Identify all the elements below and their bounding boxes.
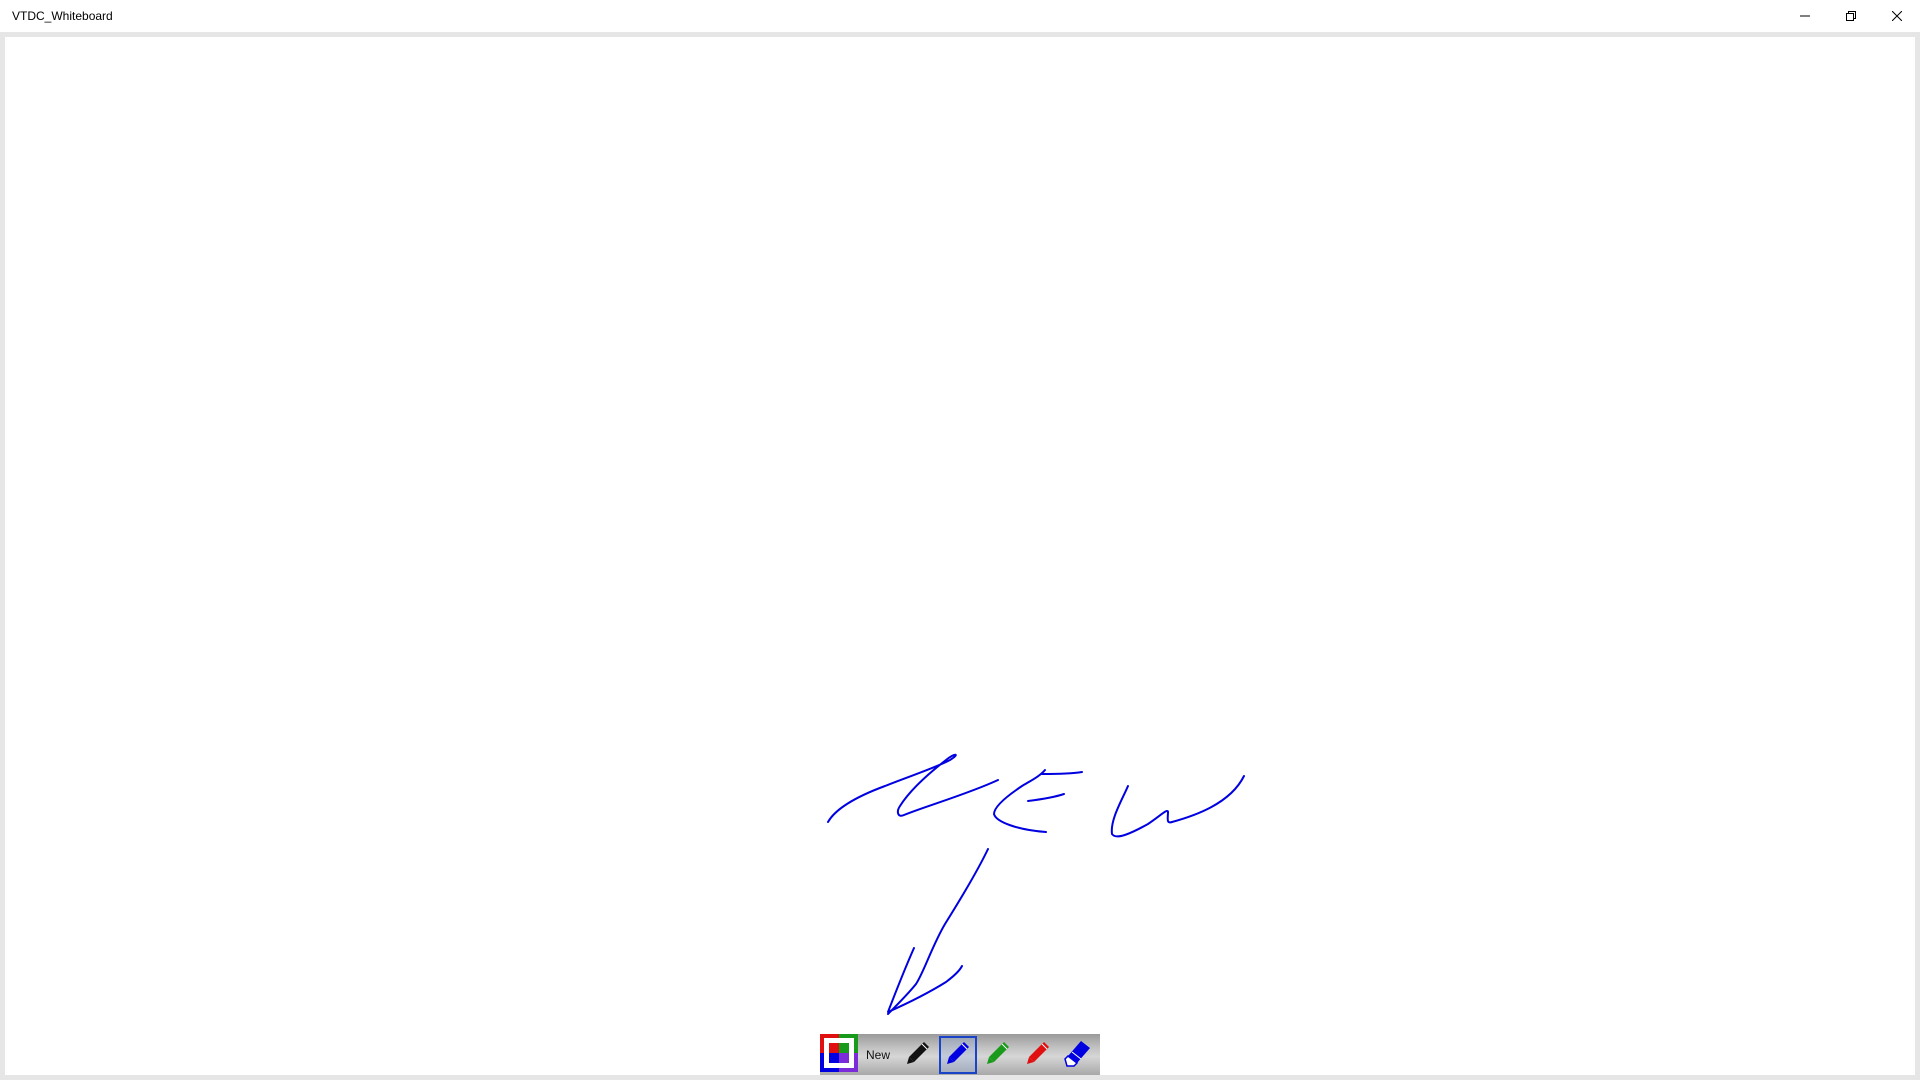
ink-canvas[interactable] — [5, 37, 1915, 1075]
restore-button[interactable] — [1828, 0, 1874, 32]
color-picker-button[interactable] — [820, 1033, 858, 1077]
new-button[interactable]: New — [860, 1036, 896, 1074]
app-title: VTDC_Whiteboard — [12, 9, 113, 23]
pen-icon — [945, 1040, 971, 1071]
pen-icon — [985, 1040, 1011, 1071]
title-bar[interactable]: VTDC_Whiteboard — [0, 0, 1920, 32]
restore-icon — [1846, 11, 1856, 21]
color-picker-icon — [820, 1033, 858, 1077]
minimize-icon — [1800, 11, 1810, 21]
close-button[interactable] — [1874, 0, 1920, 32]
pen-icon — [1025, 1040, 1051, 1071]
eraser-icon — [1064, 1039, 1092, 1072]
new-button-label: New — [865, 1048, 890, 1062]
blue-pen-button[interactable] — [939, 1036, 977, 1074]
pen-icon — [905, 1040, 931, 1071]
eraser-button[interactable] — [1059, 1036, 1097, 1074]
pen-toolbar: New — [820, 1033, 1100, 1077]
black-pen-button[interactable] — [899, 1036, 937, 1074]
green-pen-button[interactable] — [979, 1036, 1017, 1074]
app-window: VTDC_Whiteboard New — [0, 0, 1920, 1080]
close-icon — [1892, 11, 1902, 21]
minimize-button[interactable] — [1782, 0, 1828, 32]
red-pen-button[interactable] — [1019, 1036, 1057, 1074]
